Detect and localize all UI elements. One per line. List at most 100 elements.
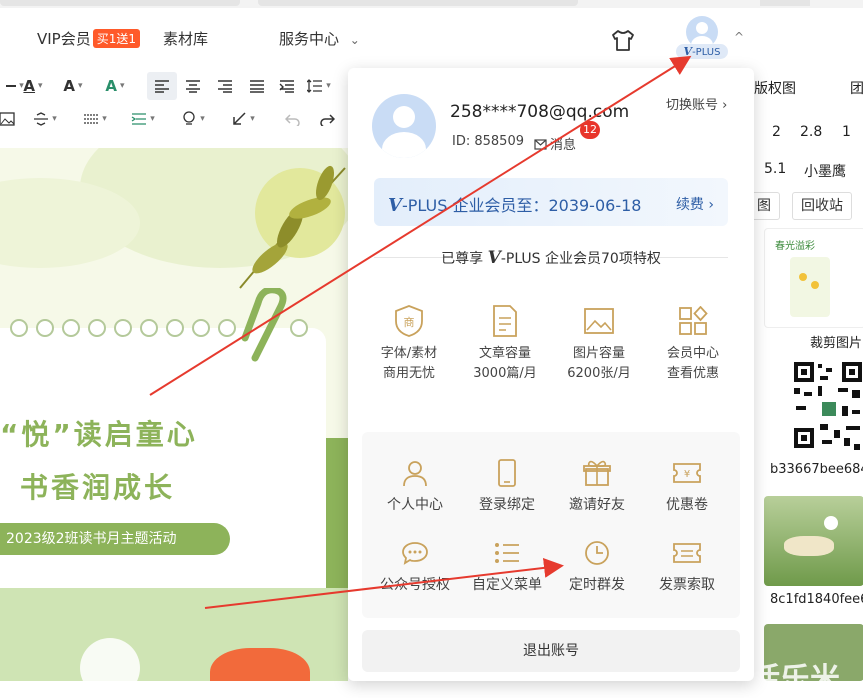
- line-height-icon[interactable]: ▾: [304, 72, 334, 100]
- menu-custom-menu[interactable]: 自定义菜单: [462, 538, 552, 594]
- indent-icon[interactable]: [272, 72, 302, 100]
- messages-label: 消息: [550, 138, 577, 153]
- text-effect-icon[interactable]: A ▾: [100, 72, 130, 100]
- message-count-badge: 12: [580, 121, 600, 139]
- nav-service-label: 服务中心: [279, 30, 340, 48]
- clock-icon: [582, 538, 612, 568]
- top-nav: VIP会员 买1送1 素材库 服务中心 ⌄ ^: [0, 8, 863, 68]
- right-material-panel: 版权图 团 2 2.8 1 5.1 小墨鹰 图 回收站 春光溢彩 裁剪图片 b3…: [748, 68, 863, 697]
- text-highlight-icon[interactable]: A ▾: [58, 72, 88, 100]
- gift-icon: [582, 458, 612, 488]
- grid-icon: [676, 304, 710, 338]
- decor-orange: [210, 648, 310, 681]
- account-id: ID: 858509: [452, 134, 524, 149]
- chevron-down-icon: ⌄: [349, 33, 360, 47]
- account-dropdown: 258****708@qq.com ID: 858509 消息 12 切换账号 …: [348, 68, 754, 681]
- feature-image-quota[interactable]: 图片容量 6200张/月: [554, 304, 644, 384]
- thumbnail-caption: 裁剪图片: [810, 336, 863, 351]
- font-size-option[interactable]: 1: [842, 124, 851, 140]
- feature-line2: 6200张/月: [567, 366, 631, 381]
- nav-service[interactable]: 服务中心 ⌄: [279, 28, 360, 49]
- watermark-text: 活乐米: [750, 662, 840, 697]
- svg-text:¥: ¥: [684, 469, 690, 480]
- renew-button[interactable]: 续费 ›: [676, 194, 714, 214]
- poster-title-line1: “悦”读启童心: [0, 418, 198, 451]
- font-size-option[interactable]: 2.8: [800, 124, 822, 140]
- thumbnail-caption: b33667bee684: [770, 462, 863, 477]
- align-center-icon[interactable]: [178, 72, 208, 100]
- divider-icon[interactable]: ▾: [80, 105, 110, 133]
- document-icon: [488, 304, 522, 338]
- qrcode-thumbnail[interactable]: [792, 358, 863, 454]
- paragraph-spacing-icon[interactable]: ▾: [30, 105, 60, 133]
- account-menu-grid: 个人中心 登录绑定 邀请好友 ¥ 优惠卷 公众号授权 自定义菜单 定时群发 发票: [362, 432, 740, 618]
- poster-subtitle: 2023级2班读书月主题活动: [0, 523, 230, 555]
- feature-line2: 商用无忧: [382, 366, 435, 381]
- thumbnail-flowers[interactable]: [764, 496, 863, 586]
- leaf-branch-icon: [239, 165, 346, 289]
- recycle-bin-button[interactable]: 回收站: [792, 192, 852, 220]
- chat-icon: [400, 538, 430, 568]
- browser-tab-strip: [0, 0, 863, 8]
- undo-icon[interactable]: [278, 105, 308, 133]
- thumbnail-spring[interactable]: 春光溢彩: [764, 228, 863, 328]
- vip-promo-badge: 买1送1: [92, 29, 141, 48]
- align-left-icon[interactable]: [147, 72, 177, 100]
- vip-expiry-text: V-PLUS 企业会员至：2039-06-18: [388, 195, 642, 216]
- vip-expiry-bar: V-PLUS 企业会员至：2039-06-18 续费 ›: [374, 178, 728, 226]
- feature-line1: 文章容量: [478, 346, 531, 361]
- feature-article-quota[interactable]: 文章容量 3000篇/月: [460, 304, 550, 384]
- menu-invite-friends[interactable]: 邀请好友: [552, 458, 642, 514]
- switch-account-button[interactable]: 切换账号 ›: [666, 94, 727, 113]
- menu-scheduled-send[interactable]: 定时群发: [552, 538, 642, 594]
- feature-line1: 图片容量: [572, 346, 625, 361]
- image-icon: [582, 304, 616, 338]
- menu-label: 公众号授权: [380, 577, 450, 593]
- align-right-icon[interactable]: [210, 72, 240, 100]
- menu-official-account-auth[interactable]: 公众号授权: [370, 538, 460, 594]
- menu-label: 定时群发: [569, 577, 625, 593]
- list-icon: [492, 538, 522, 568]
- feature-member-center[interactable]: 会员中心 查看优惠: [648, 304, 738, 384]
- menu-invoice-request[interactable]: 发票索取: [642, 538, 732, 594]
- nav-vip-label: VIP会员: [37, 30, 91, 48]
- coupon-icon: ¥: [672, 458, 702, 488]
- chevron-up-icon[interactable]: ^: [734, 30, 744, 44]
- mail-icon: [534, 139, 547, 150]
- image-insert-icon[interactable]: [0, 105, 22, 133]
- menu-login-binding[interactable]: 登录绑定: [462, 458, 552, 514]
- svg-text:商: 商: [404, 315, 415, 329]
- menu-label: 登录绑定: [479, 497, 535, 513]
- tab-copyright-images[interactable]: 版权图: [754, 78, 796, 98]
- arrow-tool-icon[interactable]: ▾: [228, 105, 258, 133]
- poster-title-line2: 书香润成长: [20, 471, 176, 504]
- font-name-option[interactable]: 小墨鹰: [804, 161, 846, 181]
- bulb-icon[interactable]: ▾: [178, 105, 208, 133]
- tab-more[interactable]: 团: [850, 78, 863, 98]
- font-size-option[interactable]: 5.1: [764, 161, 786, 177]
- tshirt-icon[interactable]: [610, 28, 636, 54]
- text-indent-icon[interactable]: ▾: [128, 105, 158, 133]
- vplus-tag: V-PLUS: [676, 44, 728, 59]
- messages-link[interactable]: 消息: [534, 134, 576, 153]
- editor-toolbar: ▾ A ▾ A ▾ A ▾ ▾ ▾ ▾ ▾ ▾ ▾: [0, 68, 348, 140]
- nav-materials[interactable]: 素材库: [163, 28, 208, 49]
- feature-commercial-use[interactable]: 商 字体/素材 商用无忧: [364, 304, 454, 384]
- redo-icon[interactable]: [312, 105, 342, 133]
- menu-label: 自定义菜单: [472, 577, 542, 593]
- feature-line2: 查看优惠: [666, 366, 719, 381]
- account-avatar[interactable]: [372, 94, 436, 158]
- font-size-option[interactable]: 2: [772, 124, 781, 140]
- paperclip-icon: [241, 288, 287, 362]
- menu-personal-center[interactable]: 个人中心: [370, 458, 460, 514]
- feature-line2: 3000篇/月: [473, 366, 537, 381]
- nav-vip[interactable]: VIP会员 买1送1: [37, 28, 141, 49]
- menu-label: 个人中心: [387, 497, 443, 513]
- align-justify-icon[interactable]: [242, 72, 272, 100]
- thumbnail-caption: 8c1fd1840fee6: [770, 592, 863, 607]
- menu-coupons[interactable]: ¥ 优惠卷: [642, 458, 732, 514]
- editor-canvas[interactable]: “悦”读启童心 书香润成长 2023级2班读书月主题活动: [0, 148, 348, 681]
- logout-button[interactable]: 退出账号: [362, 630, 740, 672]
- text-color-icon[interactable]: A ▾: [18, 72, 48, 100]
- ticket-icon: [672, 538, 702, 568]
